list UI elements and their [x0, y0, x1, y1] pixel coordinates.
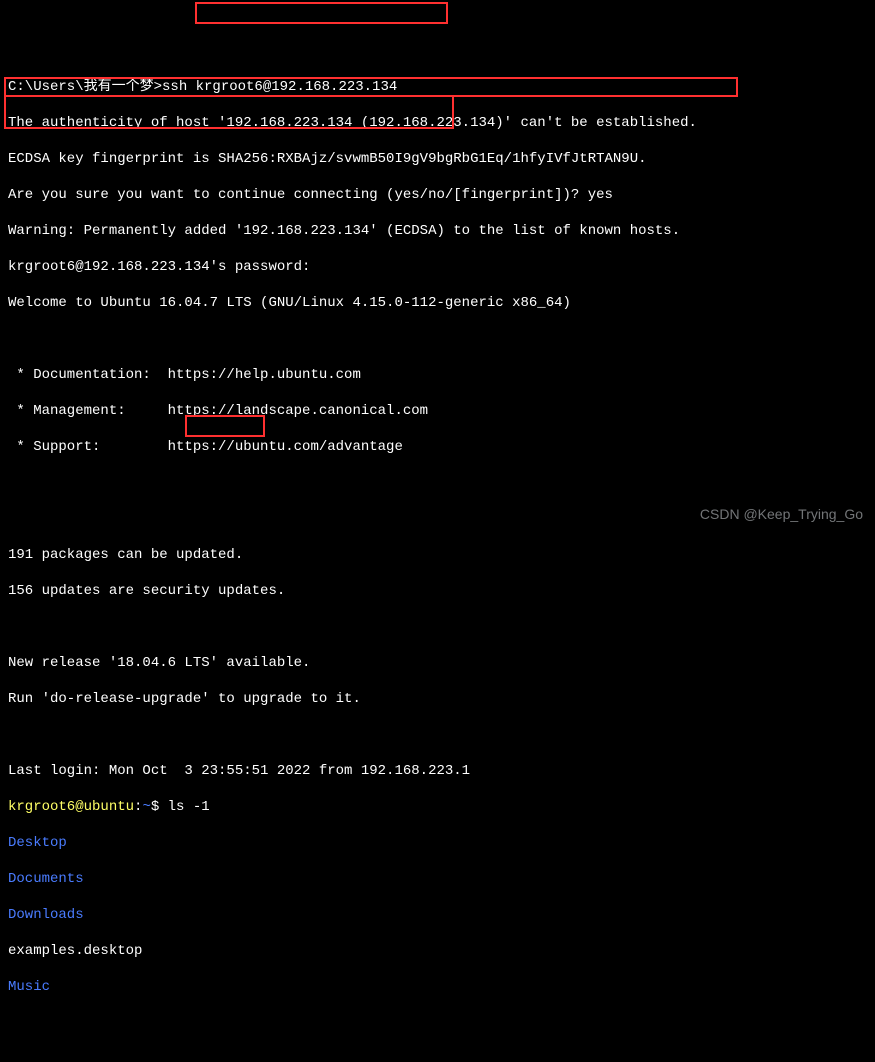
updates-2: 156 updates are security updates. [8, 582, 867, 600]
blank-line-5 [8, 726, 867, 744]
blank-line-4 [8, 618, 867, 636]
ls-command: ls -1 [168, 799, 210, 815]
file-examples: examples.desktop [8, 942, 867, 960]
auth-line-2: ECDSA key fingerprint is SHA256:RXBAjz/s… [8, 150, 867, 168]
auth-question: Are you sure you want to continue connec… [8, 187, 588, 203]
last-login: Last login: Mon Oct 3 23:55:51 2022 from… [8, 762, 867, 780]
password-prompt[interactable]: krgroot6@192.168.223.134's password: [8, 258, 867, 276]
shell-prompt-line[interactable]: krgroot6@ubuntu:~$ ls -1 [8, 798, 867, 816]
shell-path: ~ [142, 799, 150, 815]
info-doc: * Documentation: https://help.ubuntu.com [8, 366, 867, 384]
shell-sep: : [134, 799, 142, 815]
dir-desktop: Desktop [8, 834, 867, 852]
win-path: C:\Users\我有一个梦> [8, 79, 162, 95]
auth-confirm-line[interactable]: Are you sure you want to continue connec… [8, 186, 867, 204]
dir-music: Music [8, 978, 867, 996]
dir-downloads: Downloads [8, 906, 867, 924]
ssh-command: ssh krgroot6@192.168.223.134 [162, 79, 397, 95]
release-2: Run 'do-release-upgrade' to upgrade to i… [8, 690, 867, 708]
auth-line-1: The authenticity of host '192.168.223.13… [8, 114, 867, 132]
updates-1: 191 packages can be updated. [8, 546, 867, 564]
shell-user: krgroot6@ubuntu [8, 799, 134, 815]
welcome-line: Welcome to Ubuntu 16.04.7 LTS (GNU/Linux… [8, 294, 867, 312]
watermark: CSDN @Keep_Trying_Go [700, 505, 863, 523]
auth-warning: Warning: Permanently added '192.168.223.… [8, 222, 867, 240]
shell-dollar: $ [151, 799, 168, 815]
highlight-box-ssh [195, 2, 448, 24]
info-mgmt: * Management: https://landscape.canonica… [8, 402, 867, 420]
dir-documents: Documents [8, 870, 867, 888]
auth-answer: yes [588, 187, 613, 203]
blank-line-2 [8, 474, 867, 492]
release-1: New release '18.04.6 LTS' available. [8, 654, 867, 672]
info-sup: * Support: https://ubuntu.com/advantage [8, 438, 867, 456]
blank-line-1 [8, 330, 867, 348]
win-prompt-line[interactable]: C:\Users\我有一个梦>ssh krgroot6@192.168.223.… [8, 78, 867, 96]
